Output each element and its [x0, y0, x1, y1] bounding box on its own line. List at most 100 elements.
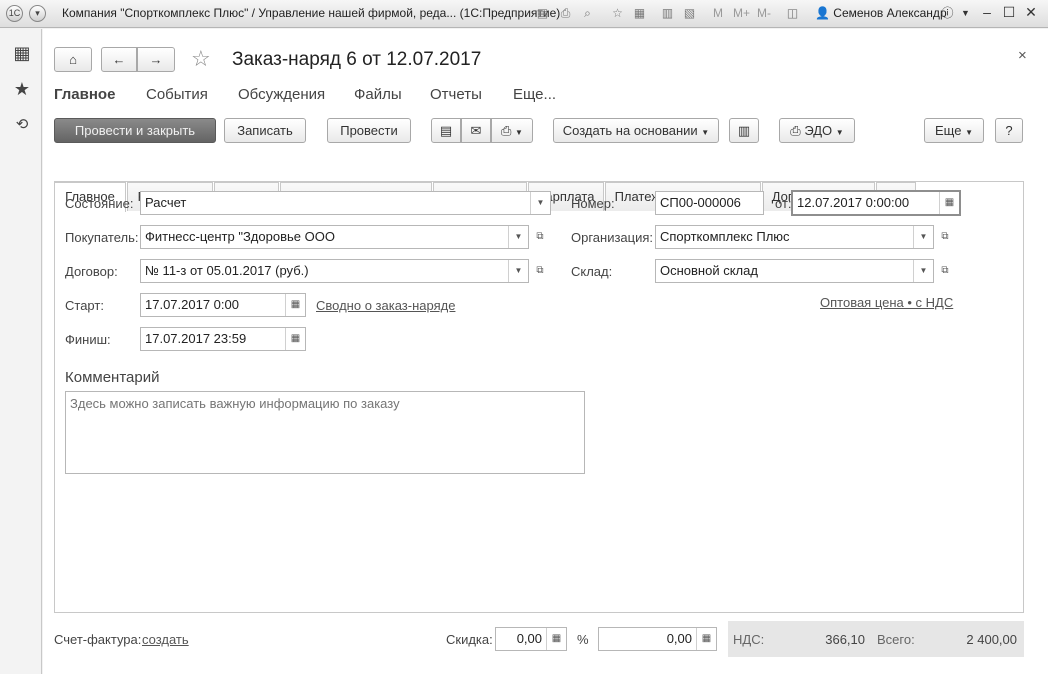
chevron-down-icon[interactable]: ▼ — [913, 226, 933, 248]
document-date-input[interactable]: 12.07.2017 0:00:00 ▦ — [791, 190, 961, 216]
calendar-icon[interactable]: ▧ — [682, 6, 697, 21]
start-value: 17.07.2017 0:00 — [145, 297, 239, 312]
maximize-button[interactable]: ☐ — [1000, 4, 1018, 21]
date-value: 12.07.2017 0:00:00 — [797, 195, 910, 210]
discount-input[interactable]: 0,00 ▦ — [495, 627, 567, 651]
favorite-add-icon[interactable]: ☆ — [610, 6, 625, 21]
create-based-on-button[interactable]: Создать на основании ▼ — [553, 118, 719, 143]
state-select[interactable]: Расчет ▼ — [140, 191, 551, 215]
number-label: Номер: — [571, 196, 615, 211]
report-button[interactable]: ▥ — [729, 118, 759, 143]
email-button[interactable]: ✉ — [461, 118, 491, 143]
calendar-icon[interactable]: ▦ — [285, 328, 305, 350]
chevron-down-icon[interactable]: ▼ — [958, 6, 973, 21]
warehouse-select[interactable]: Основной склад ▼ — [655, 259, 934, 283]
minimize-button[interactable]: – — [978, 4, 996, 20]
calendar-icon[interactable]: ▦ — [939, 192, 959, 214]
nav-more[interactable]: Еще... — [513, 86, 556, 103]
nav-files[interactable]: Файлы — [354, 86, 402, 103]
contract-label: Договор: — [65, 264, 118, 279]
chevron-down-icon[interactable]: ▼ — [530, 192, 550, 214]
sections-grid-icon[interactable]: ▦ — [11, 43, 33, 65]
organization-label: Организация: — [571, 230, 654, 245]
price-type-link[interactable]: Оптовая цена • с НДС — [820, 295, 953, 310]
start-date-input[interactable]: 17.07.2017 0:00 ▦ — [140, 293, 306, 317]
main-menu-icon[interactable]: ▾ — [29, 5, 46, 22]
preview-icon[interactable]: ⌕ — [580, 6, 595, 21]
home-button[interactable]: ⌂ — [54, 47, 92, 72]
calculator-icon[interactable]: ▥ — [660, 6, 675, 21]
chevron-down-icon[interactable]: ▼ — [508, 260, 528, 282]
contract-select[interactable]: № 11-з от 05.01.2017 (руб.) ▼ — [140, 259, 529, 283]
discount-amount-value: 0,00 — [666, 631, 692, 646]
finish-date-input[interactable]: 17.07.2017 23:59 ▦ — [140, 327, 306, 351]
open-organization-icon[interactable]: ⧉ — [935, 226, 955, 248]
open-warehouse-icon[interactable]: ⧉ — [935, 260, 955, 282]
save-disk-icon[interactable]: ▤ — [535, 6, 550, 21]
memory-mminus-button[interactable]: M- — [757, 6, 771, 20]
memory-m-button[interactable]: M — [713, 6, 723, 20]
save-button[interactable]: Записать — [224, 118, 306, 143]
app-logo-icon[interactable]: 1С — [6, 5, 23, 22]
user-icon: 👤 — [815, 6, 830, 20]
nav-discussions[interactable]: Обсуждения — [238, 86, 325, 103]
vat-value: 366,10 — [825, 632, 865, 647]
document-form: ⌂ ← → ☆ Заказ-наряд 6 от 12.07.2017 × Гл… — [43, 29, 1048, 674]
history-icon[interactable]: ▦ — [632, 6, 647, 21]
chevron-down-icon[interactable]: ▼ — [508, 226, 528, 248]
buyer-label: Покупатель: — [65, 230, 139, 245]
print-menu-button[interactable]: ⎙ ▼ — [491, 118, 533, 143]
nav-main[interactable]: Главное — [54, 86, 115, 103]
close-window-button[interactable]: ✕ — [1022, 4, 1040, 21]
nav-reports[interactable]: Отчеты — [430, 86, 482, 103]
nav-events[interactable]: События — [146, 86, 208, 103]
calculator-icon[interactable]: ▦ — [696, 628, 716, 650]
discount-label: Скидка: — [446, 632, 493, 647]
finish-label: Финиш: — [65, 332, 111, 347]
organization-value: Спорткомплекс Плюс — [660, 229, 790, 244]
calendar-icon[interactable]: ▦ — [285, 294, 305, 316]
more-actions-button[interactable]: Еще ▼ — [924, 118, 984, 143]
warehouse-value: Основной склад — [660, 263, 758, 278]
memory-mplus-button[interactable]: M+ — [733, 6, 750, 20]
post-button[interactable]: Провести — [327, 118, 411, 143]
arrow-left-icon: ← — [112, 52, 126, 67]
user-name: Семенов Александр — [833, 6, 947, 20]
back-button[interactable]: ← — [101, 47, 137, 72]
help-button[interactable]: ? — [995, 118, 1023, 143]
more-label: Еще — [935, 123, 962, 138]
panels-icon[interactable]: ◫ — [785, 6, 800, 21]
create-invoice-link[interactable]: создать — [142, 632, 189, 647]
favorites-star-icon[interactable]: ★ — [11, 79, 33, 101]
edo-icon: ⎙ — [790, 123, 801, 138]
forward-button[interactable]: → — [137, 47, 175, 72]
number-input[interactable]: СП00-000006 — [655, 191, 764, 215]
favorite-star-icon[interactable]: ☆ — [191, 46, 211, 72]
current-user[interactable]: 👤 Семенов Александр — [815, 6, 947, 20]
print-doc-button[interactable]: ▤ — [431, 118, 461, 143]
left-sections-panel: ▦ ★ ⟲ — [0, 29, 42, 674]
calculator-icon[interactable]: ▦ — [546, 628, 566, 650]
comment-textarea[interactable] — [65, 391, 585, 474]
organization-select[interactable]: Спорткомплекс Плюс ▼ — [655, 225, 934, 249]
page-title: Заказ-наряд 6 от 12.07.2017 — [232, 49, 482, 70]
chevron-down-icon: ▼ — [965, 128, 973, 137]
open-contract-icon[interactable]: ⧉ — [530, 260, 550, 282]
buyer-select[interactable]: Фитнесс-центр "Здоровье ООО ▼ — [140, 225, 529, 249]
edo-button[interactable]: ⎙ ЭДО ▼ — [779, 118, 855, 143]
arrow-right-icon: → — [149, 52, 163, 67]
info-icon[interactable]: ⓘ — [940, 6, 955, 21]
window-title: Компания "Спорткомплекс Плюс" / Управлен… — [62, 6, 561, 20]
printer-icon: ⎙ — [501, 123, 512, 138]
print-icon[interactable]: ⎙ — [558, 6, 573, 21]
document-print-icon: ▤ — [439, 123, 453, 138]
chevron-down-icon[interactable]: ▼ — [913, 260, 933, 282]
summary-link[interactable]: Сводно о заказ-наряде — [316, 298, 455, 313]
active-tab-gap — [55, 211, 125, 213]
contract-value: № 11-з от 05.01.2017 (руб.) — [145, 263, 309, 278]
post-and-close-button[interactable]: Провести и закрыть — [54, 118, 216, 143]
open-buyer-icon[interactable]: ⧉ — [530, 226, 550, 248]
discount-amount-input[interactable]: 0,00 ▦ — [598, 627, 717, 651]
history-scroll-icon[interactable]: ⟲ — [11, 115, 33, 137]
close-form-icon[interactable]: × — [1018, 47, 1027, 64]
